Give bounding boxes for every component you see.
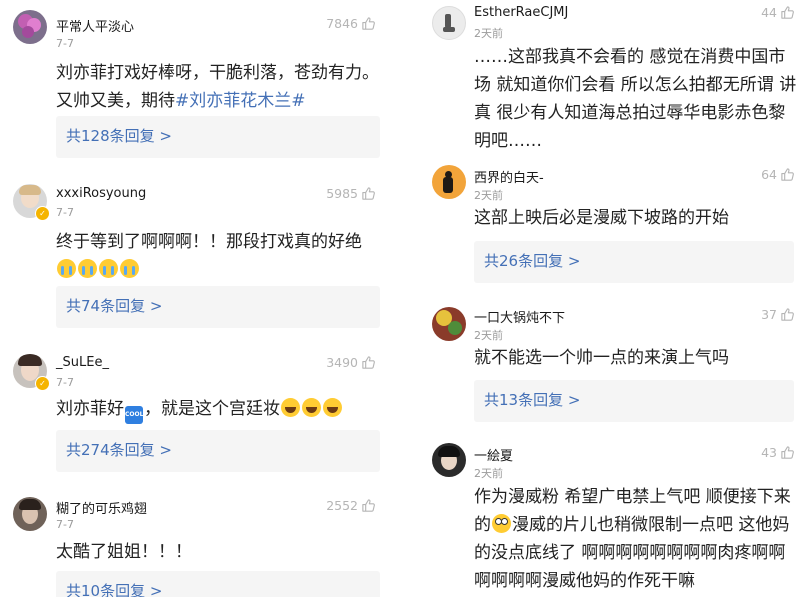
reply-count-button[interactable]: 共74条回复 > [56,286,380,328]
like-count: 37 [761,307,777,322]
comment-text: 刘亦菲好COOL，就是这个宫廷妆 [56,395,391,424]
cool-emoji-icon: COOL [125,406,143,424]
reply-count-button[interactable]: 共26条回复 > [474,241,794,283]
thumbs-up-icon [361,498,376,513]
like-button[interactable]: 37 [761,307,795,322]
comment-date: 7-7 [56,376,74,389]
like-count: 5985 [326,186,358,201]
avatar[interactable] [432,307,466,341]
reply-count-button[interactable]: 共274条回复 > [56,430,380,472]
crying-emoji-icon [120,259,139,278]
thumbs-up-icon [780,5,795,20]
reply-count-button[interactable]: 共10条回复 > [56,571,380,597]
username[interactable]: xxxiRosyoung [56,186,146,201]
hashtag-link[interactable]: #刘亦菲花木兰# [175,91,306,111]
username[interactable]: 平常人平淡心 [56,16,134,35]
laughing-emoji-icon [323,398,342,417]
comment-item: 平常人平淡心 7-7 7846 刘亦菲打戏好棒呀，干脆利落，苍劲有力。 又帅又美… [0,0,400,170]
comment-text: 刘亦菲打戏好棒呀，干脆利落，苍劲有力。 又帅又美，期待#刘亦菲花木兰# [56,63,379,111]
like-count: 2552 [326,498,358,513]
avatar[interactable] [432,6,466,40]
like-button[interactable]: 2552 [326,498,376,513]
like-button[interactable]: 7846 [326,16,376,31]
like-button[interactable]: 3490 [326,355,376,370]
comment-text: 就不能选一个帅一点的来演上气吗 [474,348,729,368]
like-count: 44 [761,5,777,20]
username[interactable]: 西界的白天- [474,167,544,186]
avatar[interactable] [13,497,47,531]
like-button[interactable]: 44 [761,5,795,20]
comment-date: 2天前 [474,467,503,480]
like-button[interactable]: 43 [761,445,795,460]
comment-item: 糊了的可乐鸡翅 7-7 2552 太酷了姐姐！！！ 共10条回复 > [0,485,400,597]
avatar[interactable] [13,10,47,44]
comment-date: 7-7 [56,518,74,531]
verified-badge-icon: ✓ [35,206,50,221]
comment-text: ……这部我真不会看的 感觉在消费中国市 场 就知道你们会看 所以怎么拍都无所谓 … [474,47,797,151]
avatar[interactable] [432,165,466,199]
thumbs-up-icon [361,355,376,370]
comment-item: 一絵夏 2天前 43 作为漫威粉 希望广电禁上气吧 顺便接下来 的漫威的片儿也稍… [410,435,800,597]
like-count: 7846 [326,16,358,31]
laughing-emoji-icon [281,398,300,417]
comment-date: 7-7 [56,206,74,219]
thumbs-up-icon [780,445,795,460]
verified-badge-icon: ✓ [35,376,50,391]
comment-text: 作为漫威粉 希望广电禁上气吧 顺便接下来 的漫威的片儿也稍微限制一点吧 这他妈 … [474,487,791,591]
right-comment-column: EstherRaeCJMJ 2天前 44 ……这部我真不会看的 感觉在消费中国市… [410,0,800,597]
like-count: 64 [761,167,777,182]
username[interactable]: 一口大锅炖不下 [474,307,565,326]
comment-item: EstherRaeCJMJ 2天前 44 ……这部我真不会看的 感觉在消费中国市… [410,0,800,155]
comment-item: 西界的白天- 2天前 64 这部上映后必是漫威下坡路的开始 共26条回复 > [410,155,800,295]
left-comment-column: 平常人平淡心 7-7 7846 刘亦菲打戏好棒呀，干脆利落，苍劲有力。 又帅又美… [0,0,400,597]
reply-count-button[interactable]: 共128条回复 > [56,116,380,158]
thumbs-up-icon [361,186,376,201]
comment-text: 太酷了姐姐！！！ [56,542,192,562]
crying-emoji-icon [57,259,76,278]
crying-emoji-icon [99,259,118,278]
comment-text: 终于等到了啊啊啊！！那段打戏真的好绝 [56,228,391,284]
eye-roll-emoji-icon [492,514,511,533]
comment-date: 2天前 [474,329,503,342]
comment-item: ✓ _SuLEe_ 7-7 3490 刘亦菲好COOL，就是这个宫廷妆 共274… [0,340,400,485]
comment-date: 7-7 [56,37,74,50]
username[interactable]: 一絵夏 [474,445,513,464]
comment-item: 一口大锅炖不下 2天前 37 就不能选一个帅一点的来演上气吗 共13条回复 > [410,295,800,435]
username[interactable]: EstherRaeCJMJ [474,5,568,20]
thumbs-up-icon [780,307,795,322]
avatar[interactable] [432,443,466,477]
crying-emoji-icon [78,259,97,278]
comment-text: 这部上映后必是漫威下坡路的开始 [474,208,729,228]
reply-count-button[interactable]: 共13条回复 > [474,380,794,422]
thumbs-up-icon [361,16,376,31]
like-button[interactable]: 64 [761,167,795,182]
comment-item: ✓ xxxiRosyoung 7-7 5985 终于等到了啊啊啊！！那段打戏真的… [0,170,400,340]
like-count: 3490 [326,355,358,370]
like-button[interactable]: 5985 [326,186,376,201]
thumbs-up-icon [780,167,795,182]
laughing-emoji-icon [302,398,321,417]
username[interactable]: _SuLEe_ [56,355,109,370]
comment-date: 2天前 [474,27,503,40]
comment-date: 2天前 [474,189,503,202]
like-count: 43 [761,445,777,460]
username[interactable]: 糊了的可乐鸡翅 [56,498,147,517]
